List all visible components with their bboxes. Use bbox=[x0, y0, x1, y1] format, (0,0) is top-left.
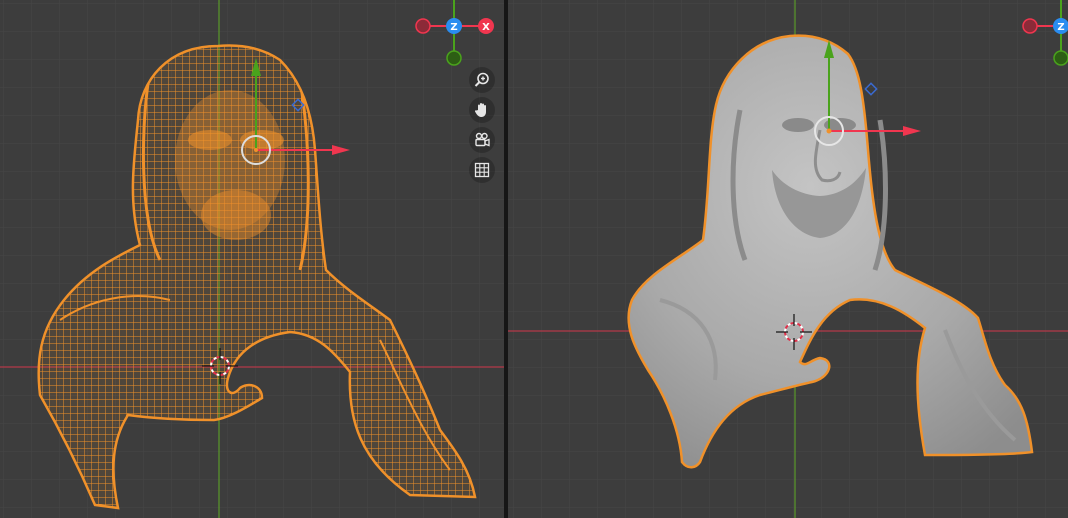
gizmo-neg-x[interactable] bbox=[1022, 18, 1038, 34]
gizmo-neg-y[interactable] bbox=[1053, 50, 1068, 66]
orthographic-grid-icon bbox=[474, 162, 490, 178]
viewport-right-solid[interactable]: Z bbox=[508, 0, 1068, 518]
left-eye bbox=[782, 118, 814, 132]
zoom-button[interactable] bbox=[469, 67, 495, 93]
gizmo-z-label: Z bbox=[450, 22, 457, 33]
viewport-right-canvas[interactable]: Z bbox=[508, 0, 1068, 518]
viewport-left-wireframe[interactable]: X Z bbox=[0, 0, 504, 518]
gizmo-neg-x[interactable] bbox=[415, 18, 431, 34]
gizmo-x-label: X bbox=[482, 22, 490, 33]
viewport-left-canvas[interactable]: X Z bbox=[0, 0, 504, 518]
gizmo-neg-y[interactable] bbox=[446, 50, 462, 66]
camera-view-icon bbox=[475, 132, 490, 147]
pan-hand-icon bbox=[474, 103, 486, 117]
camera-view-button[interactable] bbox=[469, 127, 495, 153]
gizmo-z-label: Z bbox=[1057, 22, 1064, 33]
orthographic-toggle-button[interactable] bbox=[469, 157, 495, 183]
pan-button[interactable] bbox=[469, 97, 495, 123]
zoom-icon bbox=[474, 72, 489, 87]
